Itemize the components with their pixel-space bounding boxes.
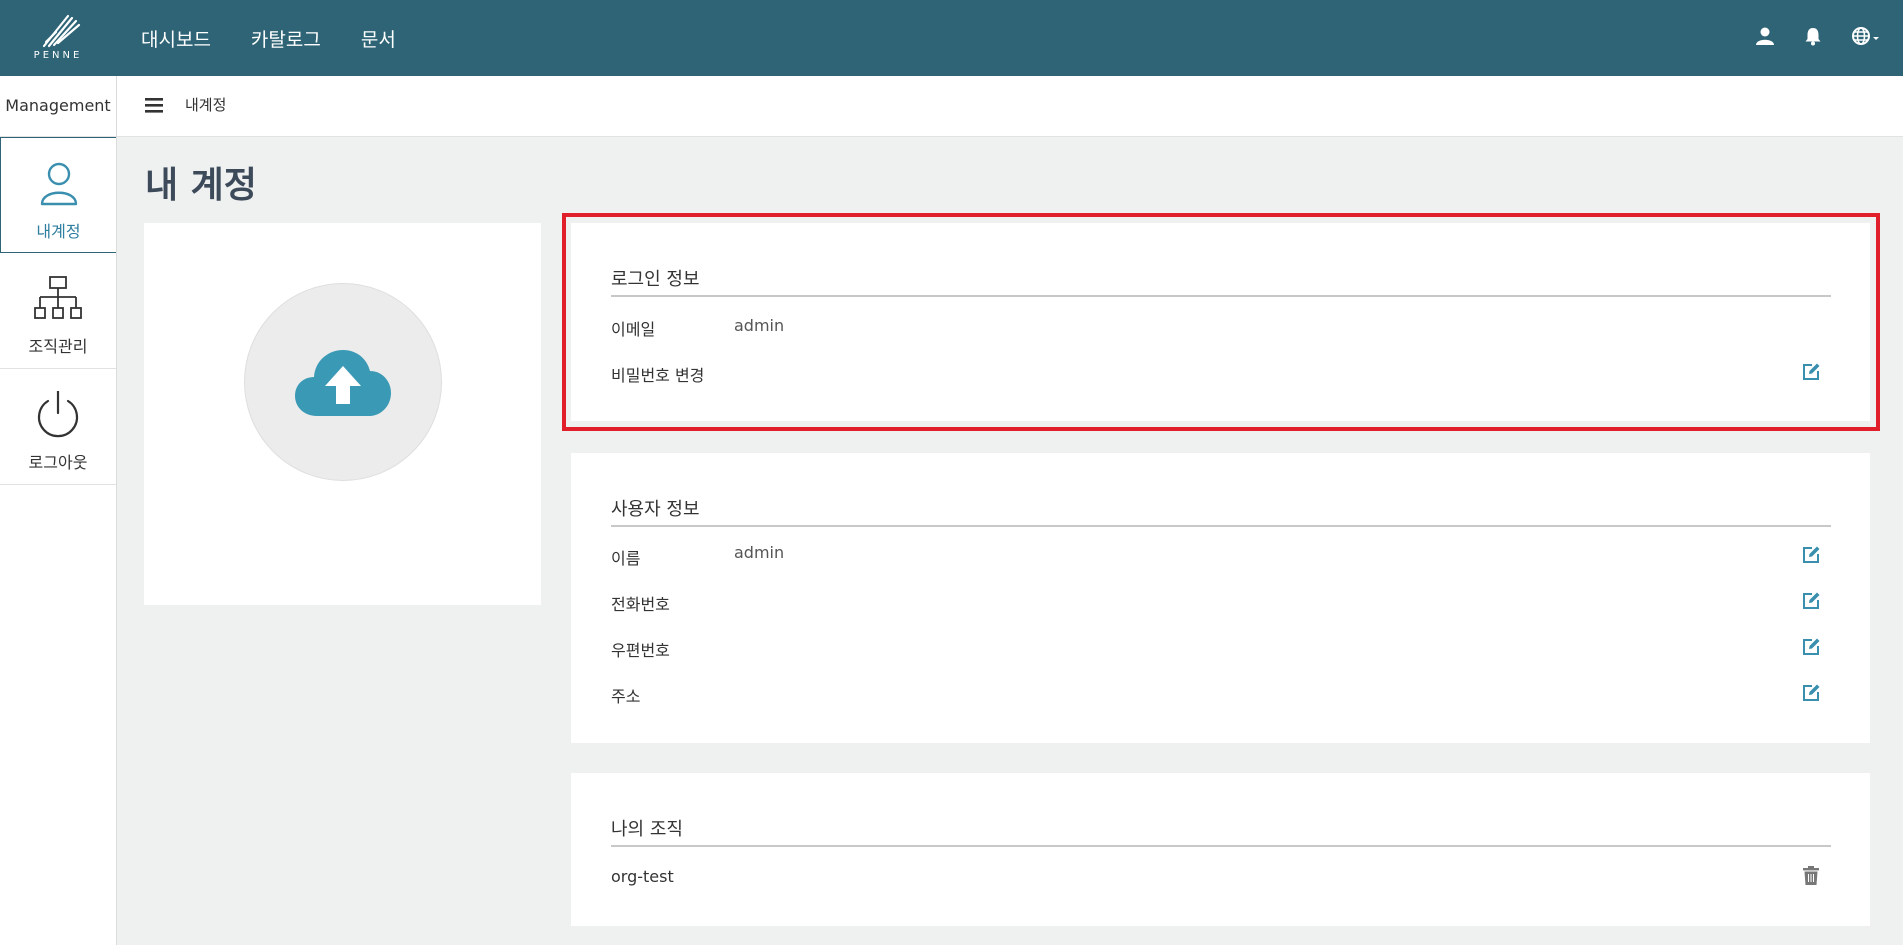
- user-outline-icon: [40, 162, 77, 206]
- trash-icon[interactable]: [1801, 866, 1821, 886]
- avatar-card: [144, 223, 541, 605]
- user-icon[interactable]: [1755, 26, 1775, 50]
- user-info-title: 사용자 정보: [611, 499, 700, 520]
- edit-name-icon[interactable]: [1801, 545, 1821, 565]
- edit-postal-code-icon[interactable]: [1801, 637, 1821, 657]
- name-label: 이름: [611, 549, 641, 568]
- phone-label: 전화번호: [611, 595, 670, 614]
- sidebar: Management 내계정 조직관리 로그아웃: [0, 76, 117, 945]
- globe-icon[interactable]: [1851, 26, 1881, 50]
- cloud-upload-icon: [295, 350, 391, 416]
- avatar-upload[interactable]: [244, 283, 442, 481]
- sidebar-item-my-account[interactable]: 내계정: [0, 137, 116, 253]
- sidebar-item-org-management[interactable]: 조직관리: [0, 253, 116, 369]
- sidebar-header: Management: [0, 76, 116, 137]
- bell-icon[interactable]: [1803, 26, 1823, 50]
- my-org-card: 나의 조직 org-test: [571, 773, 1870, 926]
- power-icon: [37, 391, 79, 438]
- breadcrumb: 내계정: [185, 96, 227, 114]
- org-chart-icon: [34, 276, 82, 319]
- sidebar-item-label: 조직관리: [28, 337, 88, 356]
- highlight-box: [562, 213, 1880, 431]
- user-info-card: 사용자 정보 이름 admin 전화번호 우편번호 주소: [571, 453, 1870, 743]
- nav-catalog[interactable]: 카탈로그: [251, 25, 321, 52]
- edit-phone-icon[interactable]: [1801, 591, 1821, 611]
- postal-code-label: 우편번호: [611, 641, 670, 660]
- nav-docs[interactable]: 문서: [361, 25, 396, 52]
- sidebar-item-label: 로그아웃: [28, 453, 88, 472]
- hamburger-menu-icon[interactable]: [145, 96, 163, 114]
- name-value: admin: [734, 543, 785, 562]
- sidebar-item-label: 내계정: [36, 222, 81, 241]
- edit-address-icon[interactable]: [1801, 683, 1821, 703]
- top-navbar: PENNE 대시보드 카탈로그 문서: [0, 0, 1903, 76]
- feather-logo-icon: [42, 14, 81, 48]
- nav-dashboard[interactable]: 대시보드: [141, 25, 211, 52]
- breadcrumb-bar: 내계정: [117, 76, 1903, 137]
- divider: [611, 845, 1831, 847]
- logo-text: PENNE: [33, 50, 83, 61]
- address-label: 주소: [611, 687, 641, 706]
- sidebar-item-logout[interactable]: 로그아웃: [0, 369, 116, 485]
- my-org-title: 나의 조직: [611, 819, 683, 840]
- main-nav: 대시보드 카탈로그 문서: [141, 0, 436, 76]
- page-title: 내 계정: [145, 165, 257, 206]
- org-name[interactable]: org-test: [611, 867, 674, 886]
- divider: [611, 525, 1831, 527]
- header-icons: [1727, 0, 1881, 76]
